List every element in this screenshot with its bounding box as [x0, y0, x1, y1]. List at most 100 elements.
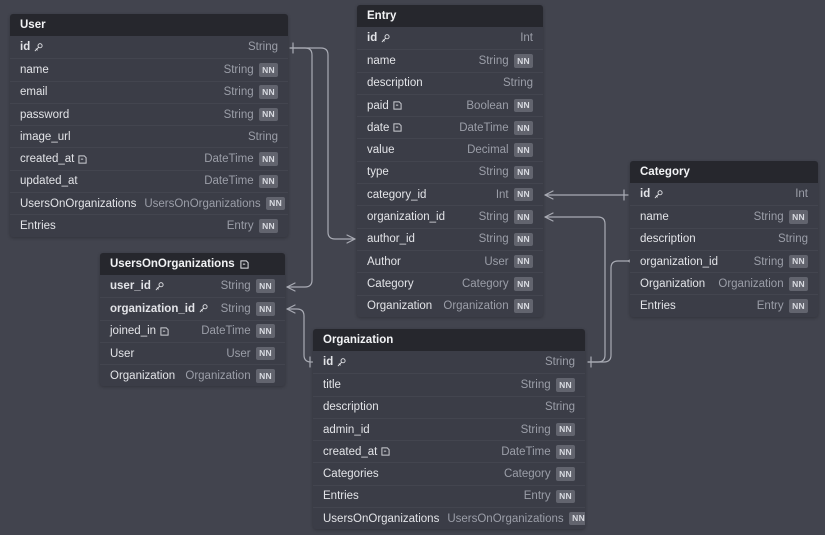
- field-label: Organization: [110, 369, 176, 382]
- key-icon: [199, 304, 208, 313]
- table-header-organization[interactable]: Organization: [313, 329, 585, 351]
- field-row[interactable]: description String: [357, 71, 543, 94]
- field-row[interactable]: created_at DateTime NN: [313, 440, 585, 462]
- field-type: String: [247, 130, 278, 143]
- field-row[interactable]: name String NN: [10, 58, 288, 80]
- erd-canvas[interactable]: User id String name String NN email String NN pa…: [0, 0, 825, 535]
- field-label: password: [20, 108, 70, 121]
- link-category-org-to-org: [587, 260, 629, 363]
- field-row[interactable]: title String NN: [313, 373, 585, 395]
- field-row[interactable]: id String: [313, 351, 585, 373]
- field-type: String: [753, 210, 784, 223]
- field-row[interactable]: Categories Category NN: [313, 462, 585, 484]
- field-row[interactable]: Author User NN: [357, 249, 543, 272]
- not-null-badge: NN: [513, 121, 533, 135]
- field-row[interactable]: organization_id String NN: [357, 205, 543, 227]
- field-row[interactable]: Category Category NN: [357, 272, 543, 294]
- field-meta: DateTime NN: [501, 445, 575, 459]
- field-name: joined_in: [110, 325, 169, 337]
- field-row[interactable]: created_at DateTime NN: [10, 147, 288, 169]
- field-row[interactable]: updated_at DateTime NN: [10, 169, 288, 192]
- default-value-icon: [381, 447, 390, 456]
- field-meta: Category NN: [504, 467, 575, 481]
- field-row[interactable]: paid Boolean NN: [357, 93, 543, 116]
- field-row[interactable]: admin_id String NN: [313, 417, 585, 440]
- not-null-badge: NN: [788, 254, 808, 269]
- field-row[interactable]: organization_id String NN: [100, 297, 285, 319]
- field-label: user_id: [110, 280, 151, 293]
- field-row[interactable]: Organization Organization NN: [100, 364, 285, 386]
- not-null-badge: NN: [265, 196, 286, 211]
- key-icon: [34, 42, 43, 52]
- field-row[interactable]: password String NN: [10, 102, 288, 125]
- field-type: String: [247, 41, 278, 54]
- field-row[interactable]: UsersOnOrganizations UsersOnOrganizations…: [10, 192, 288, 214]
- not-null-badge: NN: [258, 63, 278, 77]
- field-label: Entries: [323, 490, 359, 503]
- table-user[interactable]: User id String name String NN email String NN pa…: [10, 14, 288, 237]
- field-row[interactable]: value Decimal NN: [357, 138, 543, 160]
- field-name: updated_at: [20, 175, 78, 187]
- table-header-user[interactable]: User: [10, 14, 288, 36]
- field-row[interactable]: name String NN: [357, 49, 543, 71]
- field-row[interactable]: Entries Entry NN: [10, 214, 288, 236]
- table-header-entry[interactable]: Entry: [357, 5, 543, 27]
- field-row[interactable]: id Int: [630, 183, 818, 205]
- field-name: User: [110, 348, 134, 360]
- field-type: DateTime: [501, 445, 551, 458]
- field-label: Category: [367, 277, 414, 290]
- field-meta: String: [248, 41, 278, 53]
- field-type: UsersOnOrganizations: [447, 512, 564, 525]
- field-row[interactable]: name String NN: [630, 205, 818, 227]
- table-header-category[interactable]: Category: [630, 161, 818, 183]
- field-type: DateTime: [204, 153, 254, 166]
- table-header-usersonorganizations[interactable]: UsersOnOrganizations: [100, 253, 285, 275]
- field-row[interactable]: user_id String NN: [100, 275, 285, 297]
- field-meta: Organization NN: [443, 299, 533, 313]
- field-type: String: [753, 255, 784, 268]
- field-name: name: [20, 64, 49, 76]
- field-row[interactable]: UsersOnOrganizations UsersOnOrganizations…: [313, 507, 585, 529]
- field-row[interactable]: id Int: [357, 27, 543, 49]
- table-organization[interactable]: Organization id String title String NN descri…: [313, 329, 585, 530]
- crowfoot-uoo-user: [286, 282, 296, 292]
- field-meta: User NN: [484, 254, 533, 269]
- field-name: value: [367, 144, 395, 156]
- field-type: String: [520, 378, 551, 391]
- key-icon: [337, 357, 346, 367]
- table-title: User: [20, 19, 46, 31]
- field-row[interactable]: author_id String NN: [357, 227, 543, 250]
- table-usersonorganizations[interactable]: UsersOnOrganizations user_id String NN orga…: [100, 253, 285, 387]
- field-row[interactable]: email String NN: [10, 80, 288, 103]
- field-type: DateTime: [204, 175, 254, 188]
- field-row[interactable]: type String NN: [357, 160, 543, 183]
- field-row[interactable]: Entries Entry NN: [630, 294, 818, 316]
- field-type: String: [478, 233, 509, 246]
- field-name: organization_id: [110, 303, 208, 315]
- field-row[interactable]: Organization Organization NN: [357, 294, 543, 317]
- crowfoot-entry-org: [544, 212, 554, 222]
- field-row[interactable]: Entries Entry NN: [313, 484, 585, 507]
- not-null-badge: NN: [788, 299, 808, 313]
- field-row[interactable]: User User NN: [100, 341, 285, 364]
- field-row[interactable]: id String: [10, 36, 288, 58]
- not-null-badge: NN: [513, 210, 533, 224]
- not-null-badge: NN: [513, 232, 533, 247]
- not-null-badge: NN: [258, 174, 278, 189]
- field-row[interactable]: image_url String: [10, 125, 288, 147]
- field-row[interactable]: joined_in DateTime NN: [100, 319, 285, 342]
- field-label: date: [367, 121, 390, 134]
- field-meta: String: [545, 356, 575, 368]
- field-row[interactable]: Organization Organization NN: [630, 272, 818, 294]
- table-category[interactable]: Category id Int name String NN description Str…: [630, 161, 818, 317]
- field-name: email: [20, 86, 47, 98]
- field-row[interactable]: category_id Int NN: [357, 183, 543, 205]
- default-value-icon: [78, 155, 87, 164]
- field-meta: DateTime NN: [201, 324, 275, 338]
- field-row[interactable]: description String: [630, 227, 818, 250]
- table-title: Entry: [367, 10, 397, 22]
- field-row[interactable]: description String: [313, 395, 585, 418]
- table-entry[interactable]: Entry id Int name String NN description String…: [357, 5, 543, 317]
- field-row[interactable]: date DateTime NN: [357, 116, 543, 138]
- field-row[interactable]: organization_id String NN: [630, 249, 818, 272]
